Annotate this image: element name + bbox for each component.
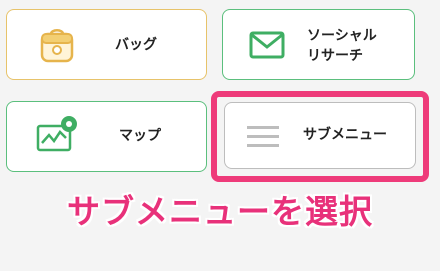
mail-icon <box>249 31 285 59</box>
bag-button[interactable]: バッグ <box>6 9 207 80</box>
map-chart-icon <box>36 116 77 152</box>
submenu-label: サブメニュー <box>303 127 387 143</box>
map-label: マップ <box>119 128 161 144</box>
social-research-label-line2: リサーチ <box>307 48 363 64</box>
social-research-label-line1: ソーシャル <box>307 28 377 44</box>
submenu-button[interactable]: サブメニュー <box>224 102 416 169</box>
bag-label: バッグ <box>115 37 157 53</box>
instruction-caption: サブメニューを選択 <box>67 192 373 231</box>
hamburger-menu-icon <box>247 126 279 147</box>
bag-icon <box>40 29 74 63</box>
social-research-button[interactable]: ソーシャル リサーチ <box>222 9 415 80</box>
map-button[interactable]: マップ <box>6 101 207 172</box>
